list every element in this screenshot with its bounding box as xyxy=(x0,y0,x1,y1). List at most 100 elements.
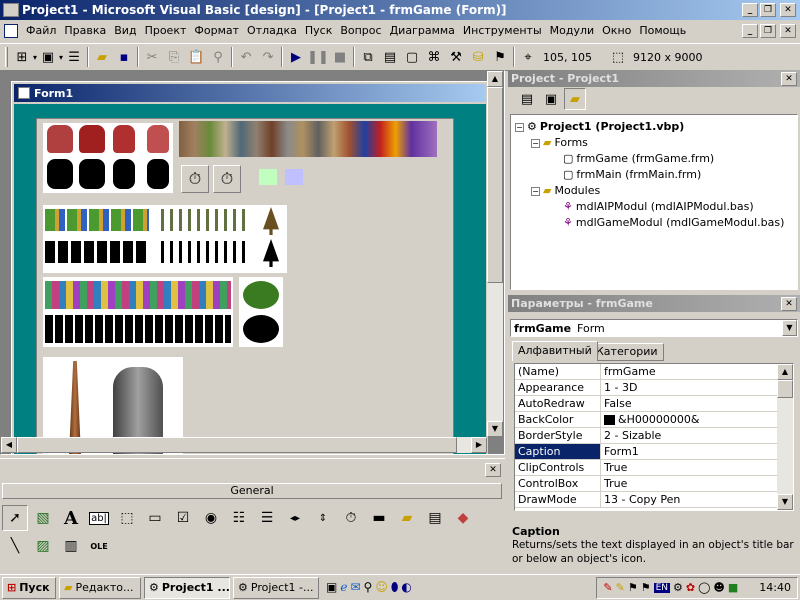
shape-tool-icon[interactable]: ◆ xyxy=(450,505,476,531)
tray-icon[interactable]: ◯ xyxy=(698,581,710,594)
hscroll-thumb[interactable] xyxy=(17,437,457,453)
tab-categorized[interactable]: Категории xyxy=(590,343,664,361)
undo-icon[interactable]: ↶ xyxy=(235,46,257,68)
vscrollbar-tool-icon[interactable]: ⇕ xyxy=(310,505,336,531)
property-value[interactable]: True xyxy=(601,476,779,491)
tray-icon[interactable]: ☻ xyxy=(713,581,724,594)
tree-item-mdlaipmodul[interactable]: ⚘ mdlAIPModul (mdlAIPModul.bas) xyxy=(515,199,793,215)
paste-icon[interactable]: 📋 xyxy=(185,46,207,68)
add-project-icon[interactable]: ⊞ xyxy=(11,46,33,68)
property-value[interactable]: False xyxy=(601,396,779,411)
app-icon[interactable]: ⬮ xyxy=(391,580,399,595)
tree-item-project[interactable]: − ⚙ Project1 (Project1.vbp) xyxy=(515,119,793,135)
menu-run[interactable]: Пуск xyxy=(301,21,336,41)
tray-icon[interactable]: ⚑ xyxy=(641,581,651,594)
object-selector[interactable]: frmGame Form ▼ xyxy=(510,319,798,337)
tree-item-forms-folder[interactable]: − ▰ Forms xyxy=(515,135,793,151)
sprite-bush[interactable] xyxy=(239,277,283,347)
data-view-icon[interactable]: ⛁ xyxy=(467,46,489,68)
toggle-folders-icon[interactable]: ▰ xyxy=(564,88,586,110)
doc-close-button[interactable]: ✕ xyxy=(780,24,796,38)
object-browser-icon[interactable]: ⌘ xyxy=(423,46,445,68)
data-tool-icon[interactable]: ▥ xyxy=(58,533,84,559)
property-row[interactable]: DrawMode 13 - Copy Pen xyxy=(515,492,779,508)
property-value[interactable]: True xyxy=(601,460,779,475)
pointer-tool-icon[interactable]: ➚ xyxy=(2,505,28,531)
property-row[interactable]: ControlBox True xyxy=(515,476,779,492)
app-icon[interactable]: ☺ xyxy=(375,580,388,595)
tray-icon[interactable]: ⚙ xyxy=(673,581,683,594)
designer-vscrollbar[interactable]: ▲ ▼ xyxy=(487,71,503,437)
form-layout-icon[interactable]: ▢ xyxy=(401,46,423,68)
timer-control-2[interactable]: ⏱ xyxy=(213,165,241,193)
break-icon[interactable]: ❚❚ xyxy=(307,46,329,68)
add-form-icon[interactable]: ▣ xyxy=(37,46,59,68)
tree-item-frmgame[interactable]: ▢ frmGame (frmGame.frm) xyxy=(515,151,793,167)
form-client-area[interactable]: ⏱ ⏱ xyxy=(14,104,486,454)
sprite-characters[interactable] xyxy=(43,123,173,193)
checkbox-tool-icon[interactable]: ☑ xyxy=(170,505,196,531)
tray-icon[interactable]: ✎ xyxy=(603,581,612,594)
scroll-thumb[interactable] xyxy=(487,87,503,283)
menu-format[interactable]: Формат xyxy=(190,21,243,41)
tree-item-mdlgamemodul[interactable]: ⚘ mdlGameModul (mdlGameModul.bas) xyxy=(515,215,793,231)
toolbox-tab-general[interactable]: General xyxy=(2,483,502,499)
scroll-down-button[interactable]: ▼ xyxy=(487,421,503,437)
scroll-up-button[interactable]: ▲ xyxy=(487,71,503,87)
outlook-icon[interactable]: ✉ xyxy=(350,580,360,595)
color-swatch-blue[interactable] xyxy=(285,169,303,185)
optionbutton-tool-icon[interactable]: ◉ xyxy=(198,505,224,531)
textbox-tool-icon[interactable]: ab| xyxy=(86,505,112,531)
drivelistbox-tool-icon[interactable]: ▬ xyxy=(366,505,392,531)
menu-addins[interactable]: Модули xyxy=(546,21,599,41)
search-icon[interactable]: ⚲ xyxy=(364,580,373,595)
end-icon[interactable]: ■ xyxy=(329,46,351,68)
menu-window[interactable]: Окно xyxy=(598,21,635,41)
collapse-icon[interactable]: − xyxy=(531,186,540,196)
project-explorer-icon[interactable]: ⧉ xyxy=(357,46,379,68)
property-value[interactable]: 13 - Copy Pen xyxy=(601,492,779,507)
app-icon[interactable]: ◐ xyxy=(401,580,411,595)
tray-icon[interactable]: ■ xyxy=(728,581,738,594)
toolbox-icon[interactable]: ⚒ xyxy=(445,46,467,68)
property-row[interactable]: BorderStyle 2 - Sizable xyxy=(515,428,779,444)
scroll-up-button[interactable]: ▲ xyxy=(777,364,793,380)
toolbar-grip[interactable] xyxy=(5,47,8,67)
designer-hscrollbar[interactable]: ◀ ▶ xyxy=(1,437,487,453)
find-icon[interactable]: ⚲ xyxy=(207,46,229,68)
filelistbox-tool-icon[interactable]: ▤ xyxy=(422,505,448,531)
ie-icon[interactable]: ℯ xyxy=(340,580,347,595)
menu-view[interactable]: Вид xyxy=(110,21,140,41)
open-folder-icon[interactable]: ▰ xyxy=(91,46,113,68)
menu-diagram[interactable]: Диаграмма xyxy=(386,21,459,41)
close-button[interactable]: ✕ xyxy=(780,3,796,17)
taskbar-button-project1[interactable]: ⚙ Project1 -... xyxy=(233,576,319,599)
scroll-thumb[interactable] xyxy=(777,380,793,398)
toolbox-close-button[interactable]: ✕ xyxy=(485,463,501,477)
project-explorer-close-button[interactable]: ✕ xyxy=(781,72,797,86)
start-button[interactable]: ⊞ Пуск xyxy=(2,576,56,599)
property-value[interactable]: &H00000000& xyxy=(601,412,779,427)
collapse-icon[interactable]: − xyxy=(531,138,540,148)
ole-tool-icon[interactable]: OLE xyxy=(86,533,112,559)
tray-icon[interactable]: ✎ xyxy=(616,581,625,594)
start-icon[interactable]: ▶ xyxy=(285,46,307,68)
color-swatch-green[interactable] xyxy=(259,169,277,185)
visual-component-manager-icon[interactable]: ⚑ xyxy=(489,46,511,68)
property-row[interactable]: Appearance 1 - 3D xyxy=(515,380,779,396)
menu-tools[interactable]: Инструменты xyxy=(459,21,546,41)
picturebox-tool-icon[interactable]: ▧ xyxy=(30,505,56,531)
timer-tool-icon[interactable]: ⏱ xyxy=(338,505,364,531)
property-row[interactable]: ClipControls True xyxy=(515,460,779,476)
property-row[interactable]: (Name) frmGame xyxy=(515,364,779,380)
view-code-icon[interactable]: ▤ xyxy=(516,88,538,110)
property-grid[interactable]: (Name) frmGame Appearance 1 - 3D AutoRedraw F… xyxy=(514,363,794,511)
properties-window-icon[interactable]: ▤ xyxy=(379,46,401,68)
dirlistbox-tool-icon[interactable]: ▰ xyxy=(394,505,420,531)
property-grid-scrollbar[interactable]: ▲ ▼ xyxy=(777,364,793,510)
timer-control-1[interactable]: ⏱ xyxy=(181,165,209,193)
texture-strip[interactable] xyxy=(179,121,437,157)
property-value[interactable]: frmGame xyxy=(601,364,779,379)
object-selector-dropdown[interactable]: ▼ xyxy=(782,320,797,336)
tab-alphabetic[interactable]: Алфавитный xyxy=(512,341,598,361)
